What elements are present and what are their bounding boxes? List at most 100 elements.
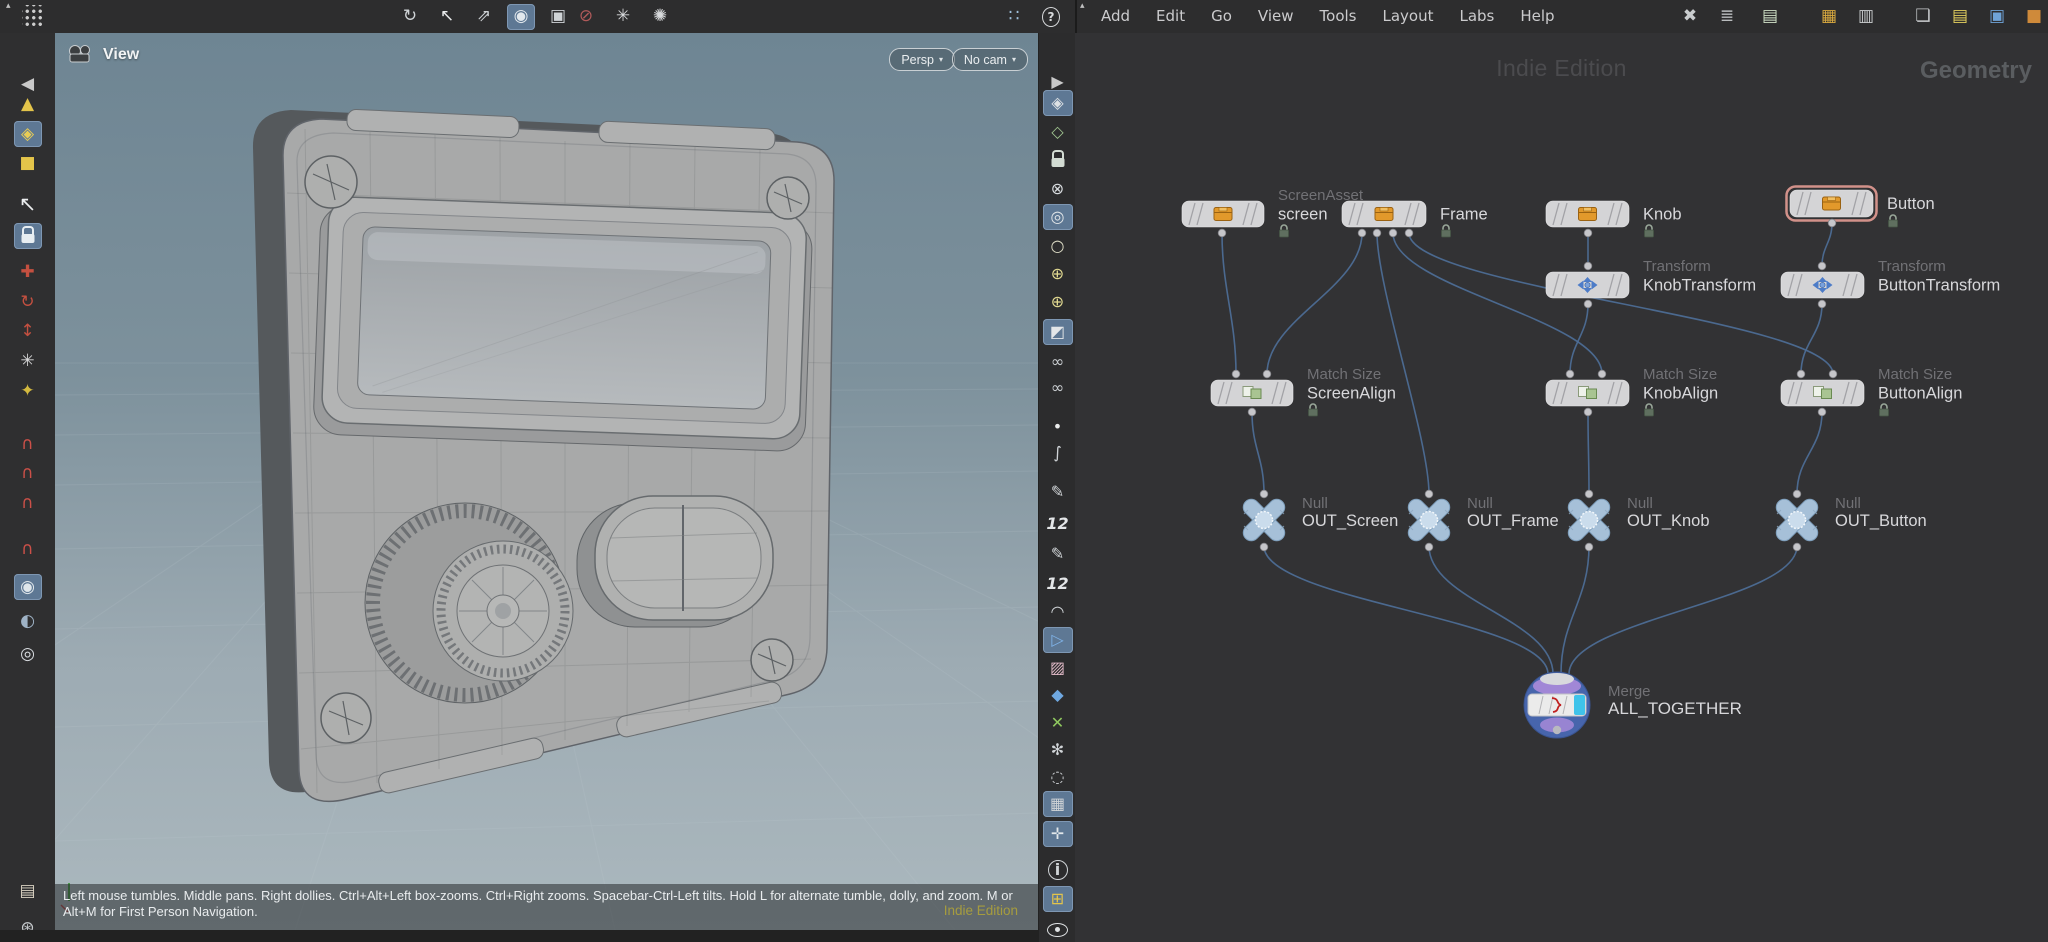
tumble-view-icon[interactable]: ↻ <box>396 4 424 30</box>
particle-display-icon[interactable]: ✻ <box>1043 737 1073 763</box>
select-tool-icon[interactable]: ↖ <box>14 191 42 217</box>
construction-plane-icon[interactable]: ◈ <box>1043 90 1073 116</box>
node-screen[interactable]: ScreenAssetscreen <box>1182 187 1364 237</box>
group-overlay-icon[interactable]: ✕ <box>1043 710 1073 736</box>
network-tree-icon[interactable]: ≣ <box>1713 4 1741 30</box>
show-points-icon[interactable]: • <box>1043 414 1073 440</box>
select-cursor-icon[interactable]: ↖ <box>433 4 461 30</box>
scale-tool-icon[interactable]: ↕ <box>14 318 42 344</box>
prim-hulls-icon[interactable]: ▨ <box>1043 655 1073 681</box>
help-icon[interactable]: ? <box>1037 4 1065 30</box>
pane-split-arrow-icon[interactable]: ▴ <box>6 1 11 11</box>
prim-normals-icon[interactable]: ▷ <box>1043 627 1073 653</box>
material-globe-icon[interactable]: ◐ <box>14 608 42 634</box>
secure-selection-icon[interactable] <box>14 223 42 249</box>
menu-layout[interactable]: Layout <box>1369 0 1446 33</box>
info-icon[interactable]: i <box>1043 857 1073 883</box>
scene-viewport[interactable]: View Persp ▾ No cam ▾ Left mouse tumbles… <box>55 33 1038 930</box>
menu-tools[interactable]: Tools <box>1307 0 1370 33</box>
panel-layout-icon[interactable]: ▥ <box>1852 4 1880 30</box>
menu-edit[interactable]: Edit <box>1143 0 1198 33</box>
main-menu-grid-icon[interactable] <box>22 5 44 27</box>
show-selected-only-icon[interactable]: ◇ <box>1043 119 1073 145</box>
tools-wrench-icon[interactable]: ✖ <box>1676 4 1704 30</box>
show-trails-icon[interactable]: ∫ <box>1043 440 1073 466</box>
headlight-only-icon[interactable]: ◎ <box>1043 204 1073 230</box>
flipbook-render-icon[interactable]: ✳ <box>609 4 637 30</box>
snap-grid-magnet-icon[interactable]: ∩ <box>14 431 42 457</box>
primitive-cone-icon[interactable]: ▲ <box>14 91 42 117</box>
node-out_button[interactable]: NullOUT_Button <box>1773 490 1927 551</box>
network-editor[interactable]: Indie Edition Geometry ScreenAssetscreen… <box>1075 33 2048 942</box>
node-buttonalign[interactable]: Match SizeButtonAlign <box>1781 366 1962 416</box>
node-knobtransform[interactable]: TransformKnobTransform <box>1546 258 1756 308</box>
menu-add[interactable]: Add <box>1088 0 1143 33</box>
vertex-markers-icon[interactable]: ✎ <box>1043 541 1073 567</box>
node-buttontransform[interactable]: TransformButtonTransform <box>1781 258 2000 308</box>
point-numbers-icon[interactable]: 12 <box>1043 511 1073 537</box>
primitive-grid-icon[interactable]: ◈ <box>14 121 42 147</box>
pivot-display-icon[interactable]: ◆ <box>1043 682 1073 708</box>
parameters-list-icon[interactable]: ▤ <box>1756 4 1784 30</box>
snap-point-magnet-icon[interactable]: ∩ <box>14 490 42 516</box>
viewport-3d-scene[interactable] <box>55 33 1038 930</box>
sprite-display-icon[interactable]: ◌ <box>1043 764 1073 790</box>
update-materials-icon[interactable]: ∞ <box>1043 375 1073 401</box>
view-camera-tool-icon[interactable]: ◉ <box>14 574 42 600</box>
sticky-note-icon[interactable]: ▤ <box>1946 4 1974 30</box>
menu-labs[interactable]: Labs <box>1446 0 1507 33</box>
no-render-icon[interactable]: ⊘ <box>572 4 600 30</box>
node-button[interactable]: Button <box>1787 187 1935 228</box>
hq-lighting-icon[interactable]: ⊕ <box>1043 261 1073 287</box>
node-out_knob[interactable]: NullOUT_Knob <box>1565 490 1710 551</box>
light-lens-icon[interactable]: ◎ <box>14 641 42 667</box>
viewport-header: View <box>67 45 139 64</box>
move-tool-icon[interactable]: ✚ <box>14 259 42 285</box>
node-out_frame[interactable]: NullOUT_Frame <box>1405 490 1559 551</box>
snap-magnet-icon[interactable]: ∩ <box>14 536 42 562</box>
camera-pan-icon[interactable]: ⇗ <box>470 4 498 30</box>
pane-collapse-arrow-icon[interactable]: ▴ <box>1080 1 1085 11</box>
menu-view[interactable]: View <box>1245 0 1307 33</box>
show-materials-icon[interactable]: ∞ <box>1043 349 1073 375</box>
takes-clipboard-icon[interactable]: ▤ <box>14 878 42 904</box>
node-knob[interactable]: Knob <box>1546 201 1682 237</box>
organize-layout-icon[interactable]: ∷ <box>1000 4 1028 30</box>
node-screenalign[interactable]: Match SizeScreenAlign <box>1211 366 1396 416</box>
snap-curve-magnet-icon[interactable]: ∩ <box>14 460 42 486</box>
floating-window-icon[interactable]: ❏ <box>1909 4 1937 30</box>
color-correction-icon[interactable]: ⊞ <box>1043 886 1073 912</box>
primitive-box-icon[interactable]: ■ <box>14 150 42 176</box>
image-add-icon[interactable]: ▣ <box>1983 4 2011 30</box>
handles-tool-icon[interactable]: ✦ <box>14 378 42 404</box>
normal-lighting-icon[interactable]: ○ <box>1043 233 1073 259</box>
node-out_screen[interactable]: NullOUT_Screen <box>1240 490 1398 551</box>
color-palette-icon[interactable]: ▦ <box>1815 4 1843 30</box>
snapshot-eye-icon[interactable] <box>1043 917 1073 942</box>
menu-help[interactable]: Help <box>1507 0 1567 33</box>
node-knobalign[interactable]: Match SizeKnobAlign <box>1546 366 1718 416</box>
lock-view-icon[interactable] <box>1043 147 1073 173</box>
vertex-numbers-icon[interactable]: 12 <box>1043 571 1073 597</box>
pane-divider <box>1075 0 1077 33</box>
node-all_together[interactable]: MergeALL_TOGETHER <box>1524 672 1742 738</box>
menu-go[interactable]: Go <box>1198 0 1245 33</box>
cameras-tool-icon[interactable]: ◉ <box>507 4 535 30</box>
houdini-window: { "icons": {"caret": "▾", "pane_arrow": … <box>0 0 2048 942</box>
scene-pin-icon[interactable]: ✛ <box>1043 821 1073 847</box>
render-settings-icon[interactable]: ✺ <box>646 4 674 30</box>
asset-box-icon[interactable]: ■ <box>2020 4 2048 30</box>
zoom-region-icon[interactable]: ▣ <box>544 4 572 30</box>
disable-lights-icon[interactable]: ⊗ <box>1043 176 1073 202</box>
node-frame[interactable]: Frame <box>1342 201 1488 237</box>
point-markers-icon[interactable]: ✎ <box>1043 479 1073 505</box>
profile-curves-icon[interactable]: ◠ <box>1043 599 1073 625</box>
radio-device-model[interactable] <box>253 109 834 801</box>
rotate-tool-icon[interactable]: ↻ <box>14 289 42 315</box>
visualizers-icon[interactable]: ▦ <box>1043 791 1073 817</box>
hq-shadows-icon[interactable]: ⊕ <box>1043 289 1073 315</box>
no-cam-button[interactable]: No cam ▾ <box>952 48 1028 71</box>
persp-view-button[interactable]: Persp ▾ <box>889 48 955 71</box>
shading-mode-icon[interactable]: ◩ <box>1043 319 1073 345</box>
rig-pose-icon[interactable]: ✳ <box>14 348 42 374</box>
